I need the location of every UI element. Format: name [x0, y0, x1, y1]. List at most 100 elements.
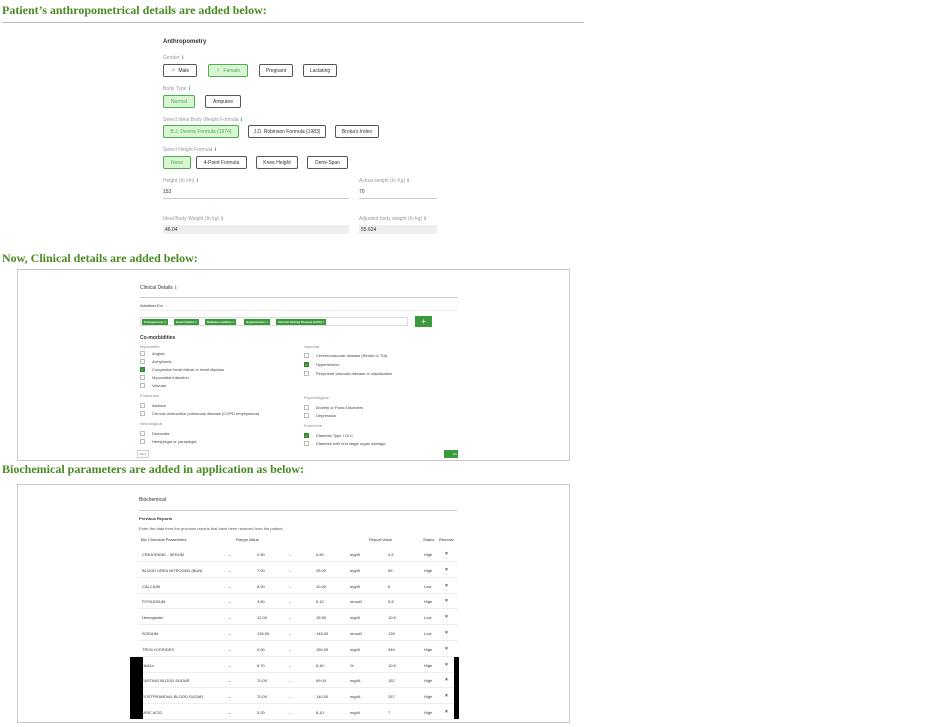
actual-weight-input[interactable]: 70: [359, 189, 365, 195]
report-value[interactable]: 4.5: [388, 552, 394, 557]
back-button[interactable]: Back: [137, 450, 149, 458]
unit: mg/dl: [350, 615, 360, 621]
range-dash: –: [289, 631, 292, 636]
chip-hypertension[interactable]: Hypertension ×: [244, 319, 270, 325]
height-formula-demispan-button[interactable]: Demi-Span: [307, 156, 348, 169]
body-type-normal-button[interactable]: Normal: [163, 95, 195, 108]
remove-icon[interactable]: ×: [445, 693, 448, 699]
parameter-dropdown[interactable]: ⌄: [228, 599, 231, 604]
header-remove: Remove: [439, 537, 454, 542]
chip-osteoporosis[interactable]: Osteoporosis ×: [142, 319, 168, 325]
parameter-dropdown[interactable]: ⌄: [228, 694, 231, 699]
status-badge: High: [424, 710, 433, 715]
admitted-for-input[interactable]: Osteoporosis × Heart Failure × Diabetes …: [140, 317, 408, 326]
checkbox-arrhythmia[interactable]: [140, 359, 145, 364]
checkbox-myocardial-infarction[interactable]: [140, 375, 145, 380]
unit: mg/dl: [350, 552, 360, 557]
body-type-amputee-button[interactable]: Amputee: [205, 95, 241, 108]
ibw-broka-button[interactable]: Broka's Index: [335, 125, 379, 138]
remove-icon[interactable]: ×: [445, 709, 448, 715]
anthropometry-form: Anthropometry Gender ℹ ♂ Male ♀ Female Preg…: [163, 23, 443, 242]
ideal-weight-output: 46.04: [163, 225, 349, 234]
checkbox-valvular[interactable]: [140, 383, 145, 388]
report-value[interactable]: 10.5: [388, 615, 396, 620]
range-high: 6.10: [316, 710, 324, 715]
ibw-robinson-button[interactable]: J.D. Robinson Formula (1983): [248, 125, 326, 138]
report-value[interactable]: 10.5: [388, 663, 396, 668]
range-dash: –: [289, 646, 292, 652]
parameter-dropdown[interactable]: ⌄: [228, 552, 231, 557]
gender-pregnant-button[interactable]: Pregnant: [259, 64, 293, 77]
checkbox-label: Diabetes Type I Or II: [316, 433, 353, 438]
remove-icon[interactable]: ×: [445, 567, 448, 573]
actual-weight-label: Actual weight (In Kg) ℹ: [359, 178, 410, 184]
parameter-dropdown[interactable]: ⌄: [228, 710, 231, 715]
checkbox-hemiplegia[interactable]: [140, 439, 145, 444]
unit: mg/dl: [350, 710, 360, 715]
chip-ckd[interactable]: Chronic Kidney Disease (CKD) ×: [276, 319, 327, 325]
checkbox-label: Peripheral vascular disease or claudicat…: [316, 371, 393, 376]
parameter-dropdown[interactable]: ⌄: [228, 631, 231, 636]
checkbox-peripheral-vascular[interactable]: [304, 371, 309, 376]
female-icon: ♀: [215, 67, 221, 74]
parameter-dropdown[interactable]: ⌄: [228, 663, 231, 668]
parameter-dropdown[interactable]: ⌄: [228, 584, 231, 589]
remove-icon[interactable]: ×: [445, 677, 448, 683]
next-button[interactable]: Ne: [444, 450, 458, 458]
admitted-for-divider: [140, 310, 458, 311]
checkbox-angina[interactable]: [140, 351, 145, 356]
checkbox-dementia[interactable]: [140, 431, 145, 436]
chip-diabetes-mellitus[interactable]: Diabetes mellitus ×: [205, 319, 237, 325]
gender-lactating-button[interactable]: Lactating: [303, 64, 337, 77]
parameter-dropdown[interactable]: ⌄: [228, 568, 231, 573]
height-input[interactable]: 153: [163, 189, 171, 195]
checkbox-depression[interactable]: [304, 413, 309, 418]
checkbox-diabetes-type[interactable]: ✓: [304, 433, 309, 438]
remove-icon[interactable]: ×: [445, 646, 448, 652]
ibw-devine-button[interactable]: B.J. Devine Formula (1974): [163, 125, 239, 138]
info-icon: ℹ: [240, 117, 243, 123]
checkbox-copd[interactable]: [140, 411, 145, 416]
checkbox-congestive-heart-failure[interactable]: ✓: [140, 367, 145, 372]
info-icon: ℹ: [424, 216, 426, 222]
checkbox-diabetes-end-stage[interactable]: [304, 441, 309, 446]
adjusted-weight-label: Adjusted body weight (In kg) ℹ: [359, 216, 426, 222]
report-value[interactable]: 7: [388, 710, 390, 715]
height-formula-none-button[interactable]: None: [163, 156, 191, 169]
gender-male-button[interactable]: ♂ Male: [163, 64, 197, 77]
gender-female-button[interactable]: ♀ Female: [208, 64, 248, 77]
info-icon: ℹ: [188, 86, 191, 92]
parameter-dropdown[interactable]: ⌄: [228, 678, 231, 683]
report-value[interactable]: 340: [388, 647, 395, 652]
checkbox-hypertension[interactable]: ✓: [304, 362, 309, 367]
chip-heart-failure[interactable]: Heart Failure ×: [174, 319, 199, 325]
add-diagnosis-button[interactable]: +: [415, 316, 432, 327]
remove-icon[interactable]: ×: [445, 598, 448, 604]
redaction-bar-right: [454, 657, 459, 719]
report-value[interactable]: 135: [388, 631, 395, 636]
status-badge: Low: [424, 615, 432, 621]
remove-icon[interactable]: ×: [445, 630, 448, 636]
remove-icon[interactable]: ×: [445, 551, 448, 557]
unit: mg/dL: [350, 678, 362, 684]
parameter-dropdown[interactable]: ⌄: [228, 615, 231, 620]
report-value[interactable]: 267: [388, 694, 395, 699]
table-row: SODIUM ⌄ 136.00 – 145.00 mmol/l 135 Low ×: [138, 626, 458, 641]
range-high: 150.00: [316, 646, 329, 652]
remove-icon[interactable]: ×: [445, 583, 448, 589]
report-value[interactable]: 5.8: [388, 599, 394, 604]
remove-icon[interactable]: ×: [445, 614, 448, 620]
height-formula-4point-button[interactable]: 4-Point Formula: [196, 156, 247, 169]
checkbox-asthma[interactable]: [140, 403, 145, 408]
report-value[interactable]: 69: [388, 568, 392, 573]
parameter-dropdown[interactable]: ⌄: [228, 647, 231, 652]
report-value[interactable]: 152: [388, 678, 395, 683]
status-badge: High: [424, 567, 433, 573]
report-value[interactable]: 6: [388, 584, 390, 589]
remove-icon[interactable]: ×: [445, 662, 448, 668]
checkbox-anxiety[interactable]: [304, 405, 309, 410]
checkbox-cerebrovascular[interactable]: [304, 353, 309, 358]
height-formula-knee-button[interactable]: Knee Height: [256, 156, 298, 169]
checkbox-label: Depression: [316, 413, 337, 418]
checkbox-label: Asthma: [152, 403, 166, 408]
